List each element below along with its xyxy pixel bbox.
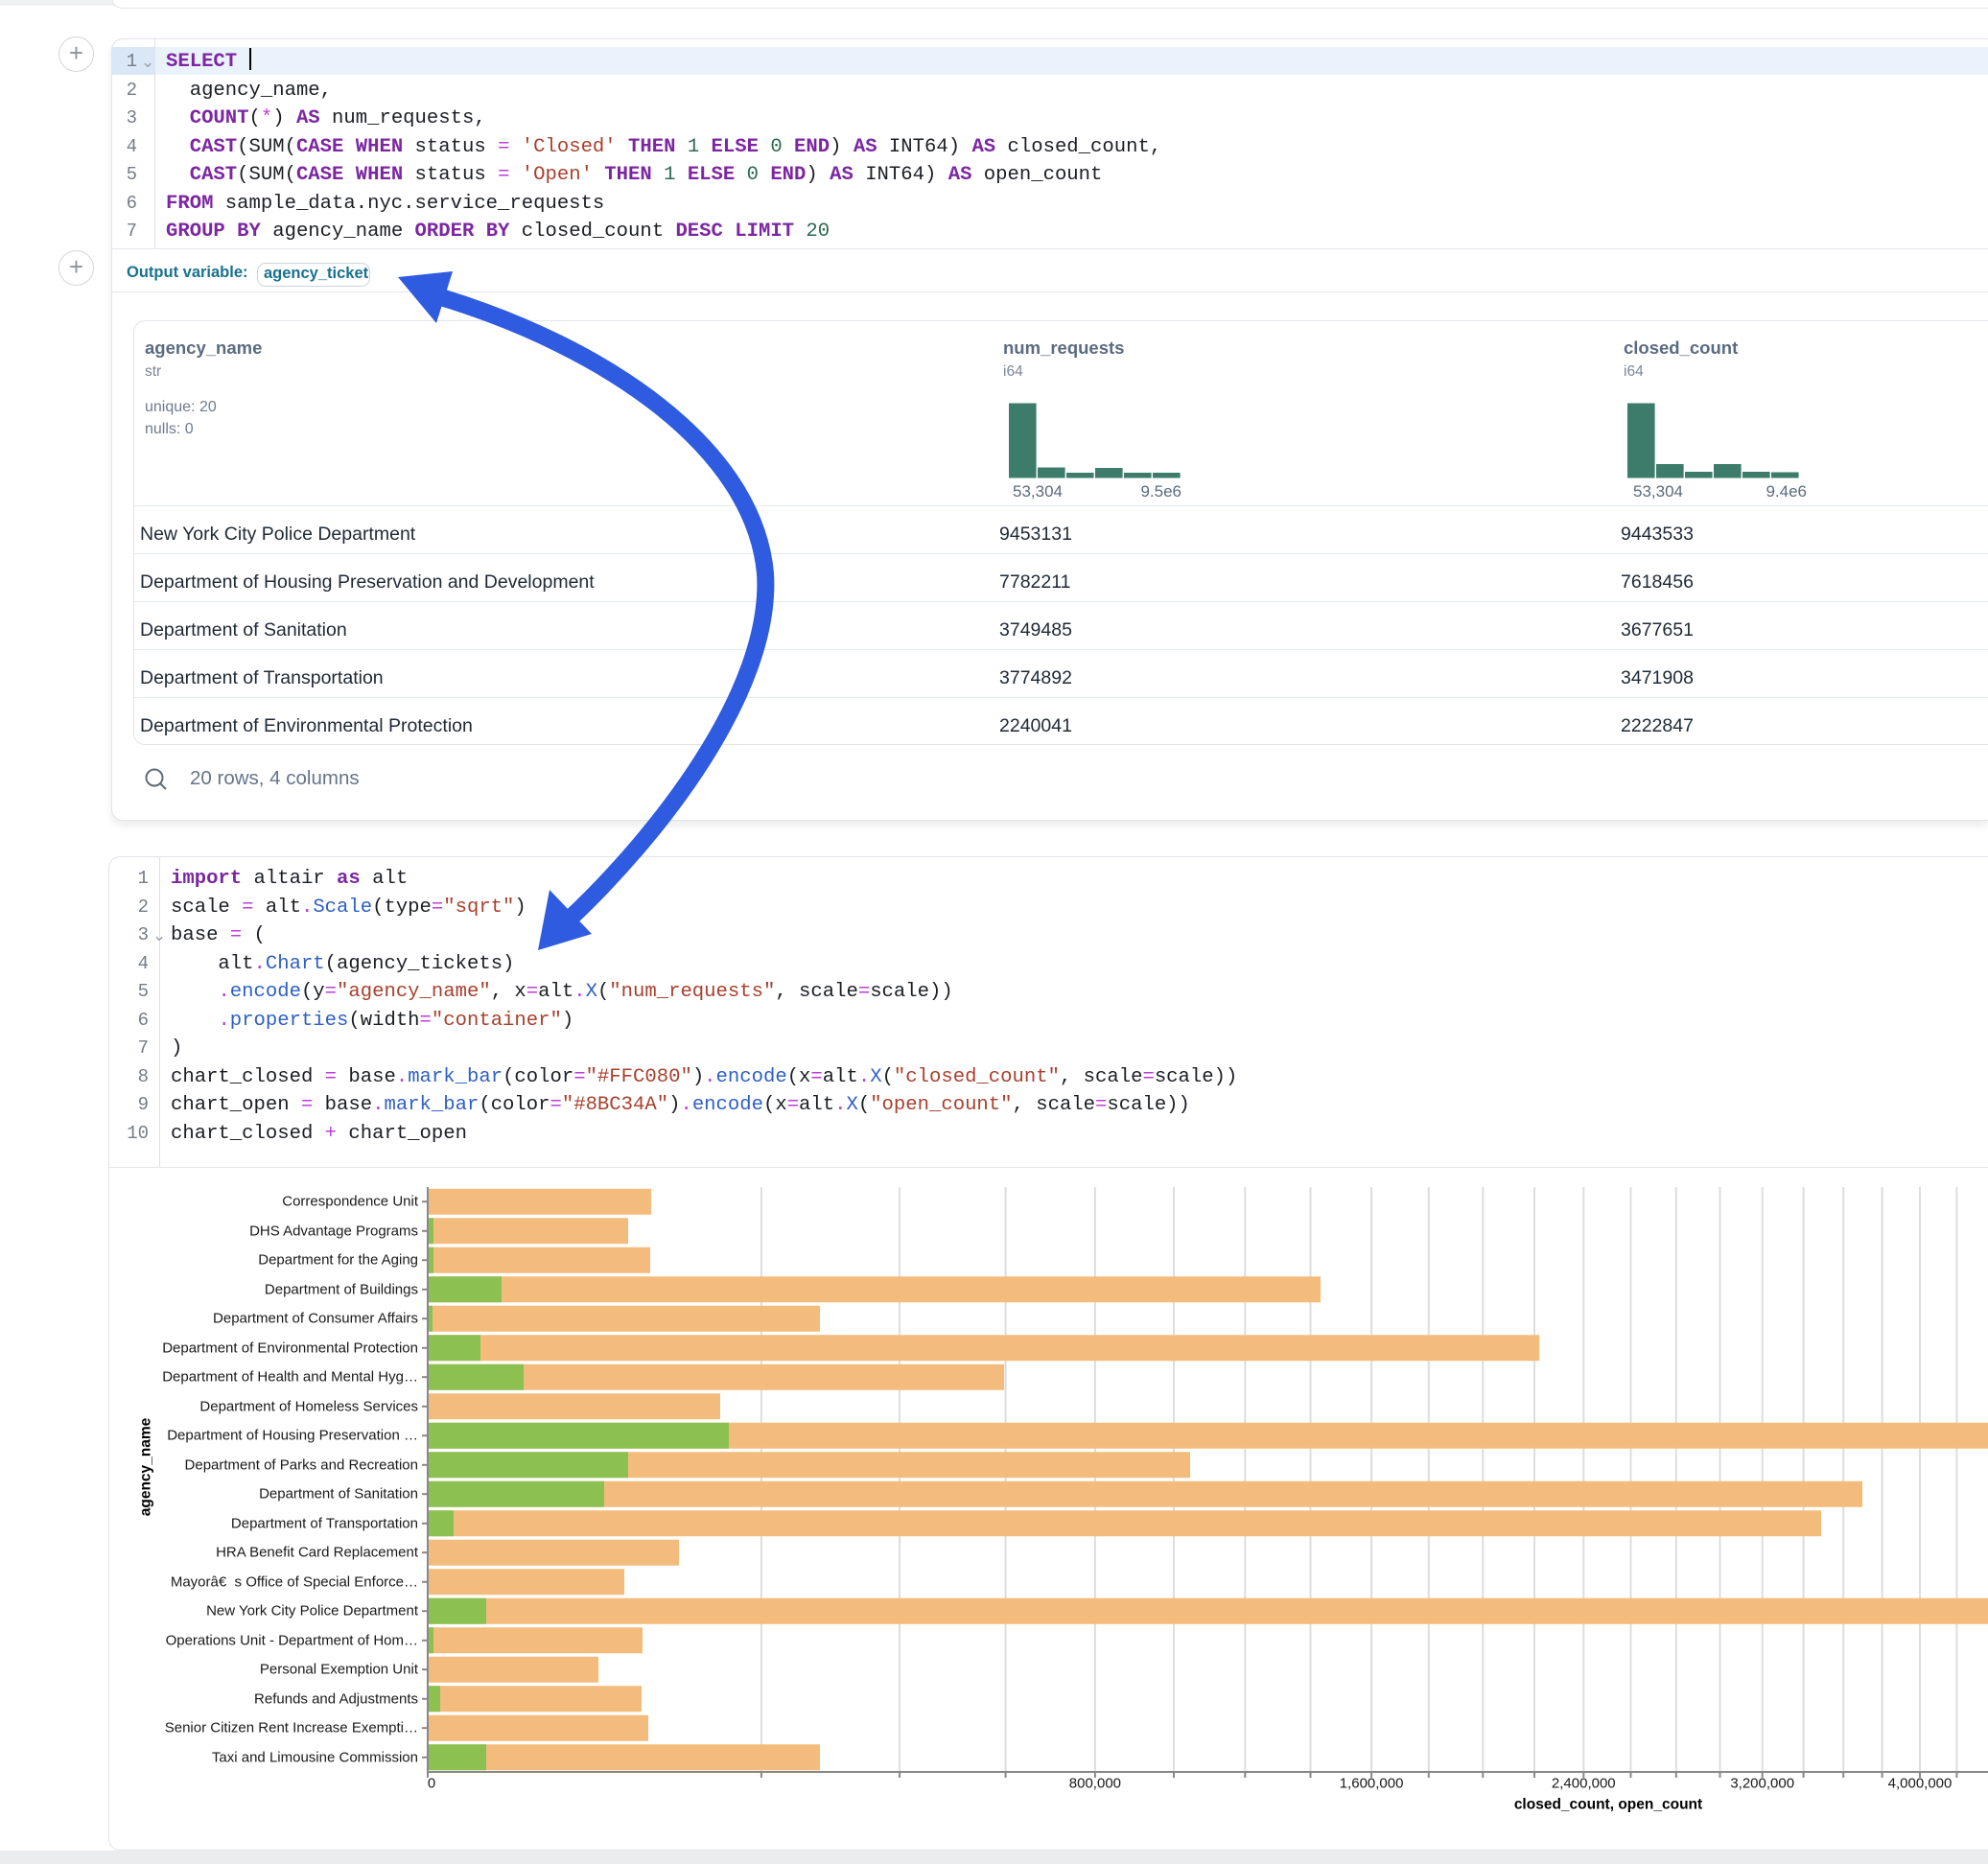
svg-text:0: 0 — [428, 1776, 435, 1792]
svg-text:Department of Housing Preserva: Department of Housing Preservation … — [167, 1428, 418, 1444]
svg-text:Department of Consumer Affairs: Department of Consumer Affairs — [213, 1311, 418, 1327]
svg-text:1,600,000: 1,600,000 — [1340, 1776, 1404, 1792]
svg-text:Taxi and Limousine Commission: Taxi and Limousine Commission — [212, 1749, 418, 1765]
svg-text:Department of Parks and Recrea: Department of Parks and Recreation — [185, 1456, 418, 1473]
svg-text:Department of Transportation: Department of Transportation — [231, 1515, 418, 1531]
svg-text:closed_count, open_count: closed_count, open_count — [1514, 1797, 1702, 1813]
svg-text:2,400,000: 2,400,000 — [1552, 1776, 1616, 1792]
svg-text:Department of Homeless Service: Department of Homeless Services — [199, 1398, 418, 1414]
svg-text:800,000: 800,000 — [1069, 1776, 1121, 1792]
svg-text:New York City Police Departmen: New York City Police Department — [206, 1603, 419, 1619]
svg-text:Department of Environmental Pr: Department of Environmental Protection — [162, 1340, 418, 1356]
svg-text:Personal Exemption Unit: Personal Exemption Unit — [260, 1662, 419, 1678]
svg-text:3,200,000: 3,200,000 — [1730, 1776, 1794, 1792]
svg-text:Operations Unit - Department o: Operations Unit - Department of Hom… — [166, 1632, 418, 1648]
svg-text:Department of Health and Menta: Department of Health and Mental Hyg… — [162, 1369, 418, 1386]
svg-text:HRA Benefit Card Replacement: HRA Benefit Card Replacement — [216, 1545, 419, 1561]
svg-text:Refunds and Adjustments: Refunds and Adjustments — [254, 1690, 418, 1707]
svg-text:Correspondence Unit: Correspondence Unit — [282, 1194, 419, 1210]
svg-text:Senior Citizen Rent Increase E: Senior Citizen Rent Increase Exempti… — [165, 1720, 418, 1736]
svg-text:DHS Advantage Programs: DHS Advantage Programs — [249, 1223, 418, 1239]
svg-text:Mayorâ€ s Office of Special E: Mayorâ€ s Office of Special Enforce… — [171, 1573, 418, 1590]
svg-text:Department of Sanitation: Department of Sanitation — [259, 1486, 418, 1503]
svg-text:Department of Buildings: Department of Buildings — [265, 1281, 418, 1297]
svg-text:agency_name: agency_name — [138, 1417, 154, 1516]
svg-text:Department for the Aging: Department for the Aging — [258, 1252, 418, 1269]
svg-text:4,000,000: 4,000,000 — [1888, 1776, 1953, 1792]
